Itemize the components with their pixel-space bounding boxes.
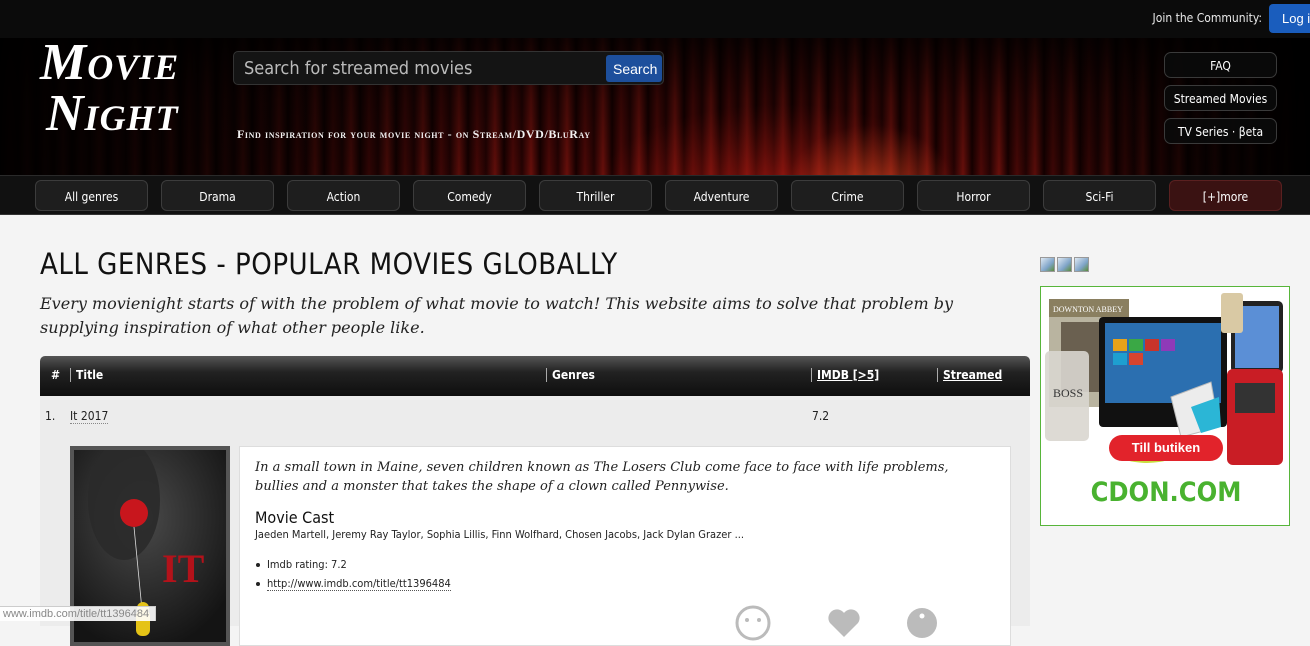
genre-drama[interactable]: Drama (161, 180, 274, 211)
movie-description: In a small town in Maine, seven children… (255, 460, 949, 494)
movie-imdb-score: 7.2 (812, 409, 830, 423)
genre-more[interactable]: [+]more (1169, 180, 1282, 211)
genre-thriller[interactable]: Thriller (539, 180, 652, 211)
svg-text:IT: IT (162, 546, 205, 591)
broken-image-icon (1074, 257, 1089, 272)
col-title[interactable]: Title (70, 368, 103, 382)
col-streamed[interactable]: Streamed (937, 368, 1002, 382)
logo-line-1: Movie (40, 38, 180, 91)
join-community-label: Join the Community: (1152, 11, 1262, 25)
search-bar: Search (233, 51, 664, 85)
movie-title-link[interactable]: It 2017 (70, 409, 109, 424)
broken-image-icon (1040, 257, 1055, 272)
genre-adventure[interactable]: Adventure (665, 180, 778, 211)
ad-dvd-title: DOWNTON ABBEY (1053, 305, 1123, 314)
logo-line-2: Night (46, 84, 179, 142)
site-header: Movie Night Search Find inspiration for … (0, 38, 1310, 175)
row-number: 1. (45, 409, 56, 423)
heart-icon[interactable] (826, 605, 862, 641)
streamed-movies-link[interactable]: Streamed Movies (1164, 85, 1277, 111)
cdon-ad-banner[interactable]: DOWNTON ABBEY BOSS Till butiken CDON.COM (1040, 286, 1290, 526)
col-num[interactable]: # (51, 368, 60, 382)
genre-all[interactable]: All genres (35, 180, 148, 211)
movie-table: # Title Genres IMDB [>5] Streamed 1. It … (40, 356, 1030, 646)
site-tagline: Find inspiration for your movie night - … (237, 127, 591, 141)
top-bar: Join the Community: Log i (0, 0, 1310, 38)
genre-crime[interactable]: Crime (791, 180, 904, 211)
info-icon[interactable] (904, 605, 940, 641)
col-imdb[interactable]: IMDB [>5] (811, 368, 879, 382)
genre-action[interactable]: Action (287, 180, 400, 211)
tv-series-link[interactable]: TV Series · βeta (1164, 118, 1277, 144)
page-title: ALL GENRES - POPULAR MOVIES GLOBALLY (40, 247, 618, 281)
genre-comedy[interactable]: Comedy (413, 180, 526, 211)
cast-list: Jaeden Martell, Jeremy Ray Taylor, Sophi… (255, 528, 744, 541)
genre-nav: All genres Drama Action Comedy Thriller … (0, 175, 1310, 215)
movie-detail-panel: In a small town in Maine, seven children… (239, 446, 1011, 646)
ad-shop-button[interactable]: Till butiken (1109, 435, 1223, 461)
svg-text:BOSS: BOSS (1053, 386, 1083, 400)
page-intro: Every movienight starts of with the prob… (40, 294, 954, 337)
smiley-icon[interactable] (735, 605, 771, 641)
table-header: # Title Genres IMDB [>5] Streamed (40, 356, 1030, 396)
broken-image-icon (1057, 257, 1072, 272)
site-logo[interactable]: Movie Night (40, 38, 179, 140)
browser-status-bar: www.imdb.com/title/tt1396484 (0, 606, 157, 621)
login-button[interactable]: Log i (1269, 4, 1310, 33)
ad-brand-logo: CDON.COM (1090, 477, 1242, 508)
search-button[interactable]: Search (606, 55, 662, 82)
faq-link[interactable]: FAQ (1164, 52, 1277, 78)
search-input[interactable] (234, 52, 604, 84)
genre-horror[interactable]: Horror (917, 180, 1030, 211)
imdb-link[interactable]: http://www.imdb.com/title/tt1396484 (256, 577, 451, 591)
broken-image-icons (1040, 257, 1089, 272)
genre-scifi[interactable]: Sci-Fi (1043, 180, 1156, 211)
imdb-rating: Imdb rating: 7.2 (256, 558, 347, 571)
col-genres[interactable]: Genres (546, 368, 595, 382)
cast-heading: Movie Cast (255, 508, 335, 527)
